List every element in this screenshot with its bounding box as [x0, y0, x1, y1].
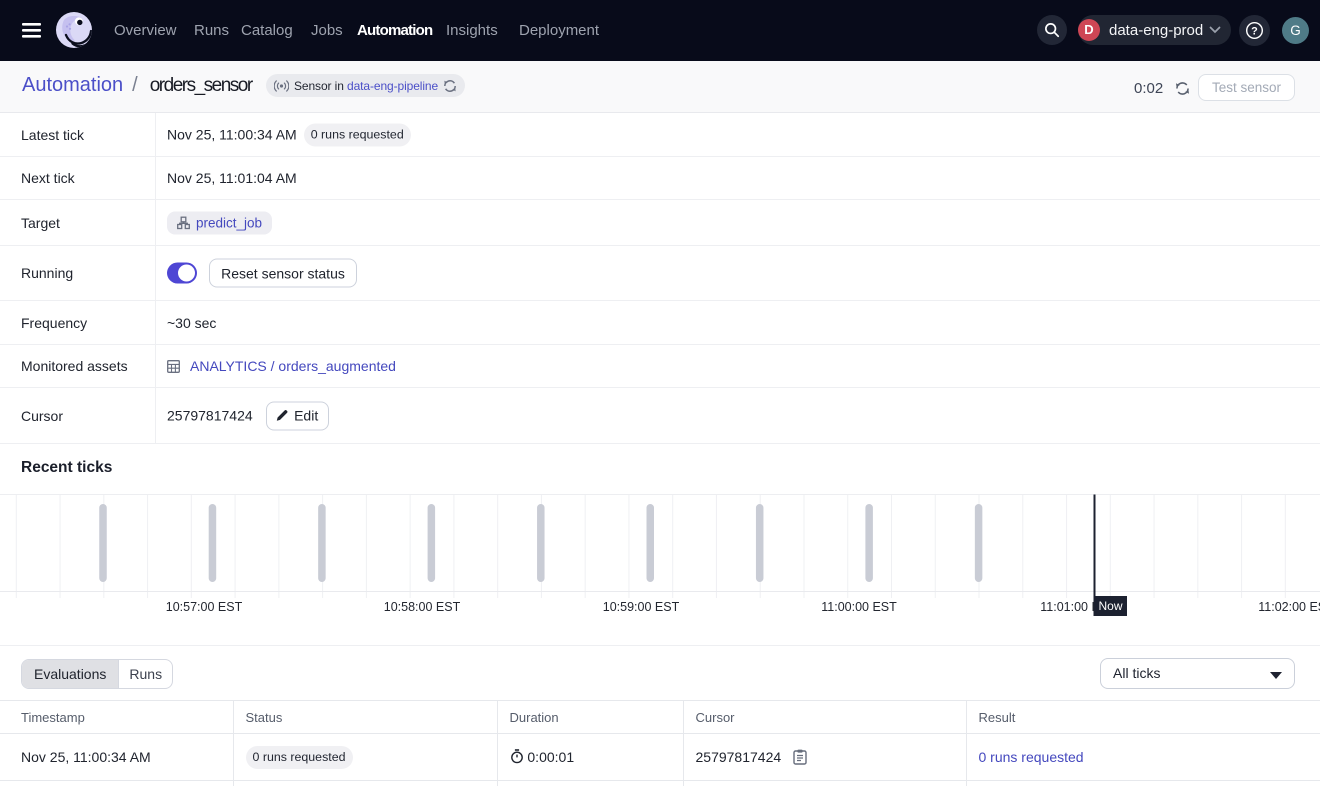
- svg-text:?: ?: [1251, 25, 1258, 37]
